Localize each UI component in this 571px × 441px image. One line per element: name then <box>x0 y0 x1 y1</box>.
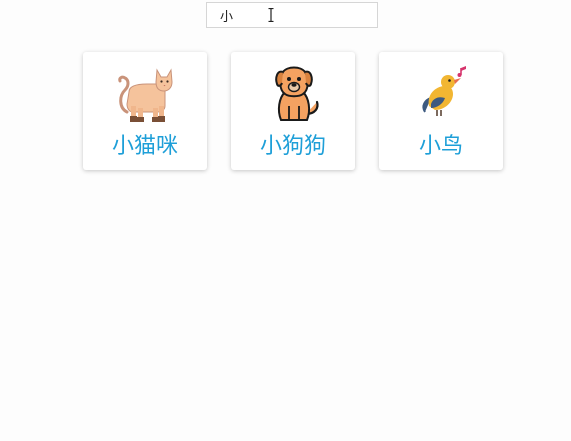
card-cat[interactable]: 小猫咪 <box>83 52 207 170</box>
bird-icon <box>422 66 466 116</box>
card-label: 小狗狗 <box>259 134 326 159</box>
text-cursor-icon <box>268 8 274 22</box>
search-input[interactable] <box>207 3 377 27</box>
dog-icon <box>275 66 319 121</box>
card-dog[interactable]: 小狗狗 <box>231 52 355 170</box>
search-box[interactable] <box>206 2 378 28</box>
card-label: 小猫咪 <box>111 134 178 159</box>
card-bird[interactable]: 小鸟 <box>379 52 503 170</box>
animal-card-grid: 小猫咪 小狗狗 小鸟 <box>83 52 503 172</box>
card-label: 小鸟 <box>418 134 463 159</box>
cat-icon <box>118 68 173 122</box>
